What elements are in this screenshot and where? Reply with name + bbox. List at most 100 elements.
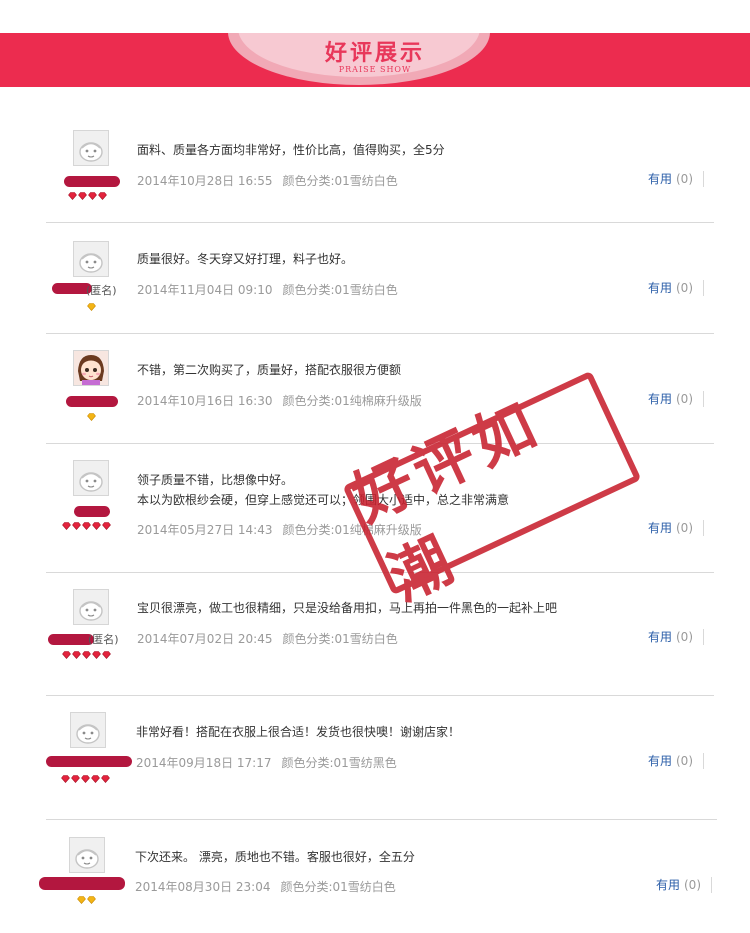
rank-badges (87, 303, 96, 313)
red-heart-icon (62, 651, 71, 659)
useful-vote[interactable]: 有用 (0) (648, 629, 704, 645)
useful-button[interactable]: 有用 (656, 878, 680, 892)
rank-badges (62, 522, 111, 532)
review-date: 2014年09月18日 17:17 (136, 756, 272, 770)
default-avatar-icon (76, 724, 100, 744)
red-heart-icon (101, 775, 110, 783)
useful-vote[interactable]: 有用 (0) (648, 753, 704, 769)
review-item: 面料、质量各方面均非常好，性价比高，值得购买，全5分 2014年10月28日 1… (46, 122, 714, 223)
username-redacted (64, 176, 120, 187)
review-text: 面料、质量各方面均非常好，性价比高，值得购买，全5分 (137, 140, 445, 160)
review-text: 宝贝很漂亮，做工也很精细，只是没给备用扣，马上再拍一件黑色的一起补上吧 (137, 598, 557, 618)
red-heart-icon (62, 522, 71, 530)
avatar (73, 350, 109, 386)
useful-count: (0) (684, 878, 701, 892)
username-suffix: (匿名) (86, 284, 117, 297)
default-avatar-icon (79, 253, 103, 273)
review-line: 不错，第二次购买了，质量好，搭配衣服很方便额 (137, 363, 402, 377)
useful-count: (0) (676, 281, 693, 295)
red-heart-icon (61, 775, 70, 783)
useful-button[interactable]: 有用 (648, 754, 672, 768)
useful-count: (0) (676, 754, 693, 768)
useful-vote[interactable]: 有用 (0) (648, 280, 704, 296)
rank-badges (61, 775, 110, 785)
red-heart-icon (92, 651, 101, 659)
review-date: 2014年07月02日 20:45 (137, 632, 273, 646)
default-avatar-icon (79, 601, 103, 621)
review-meta: 2014年11月04日 09:10 颜色分类:01雪纺白色 (137, 281, 398, 298)
review-item: (匿名) 质量很好。冬天穿又好打理，料子也好。 2014年11月04日 09:1… (46, 223, 714, 334)
useful-button[interactable]: 有用 (648, 392, 672, 406)
banner-subtitle: PRAISE SHOW (338, 65, 412, 74)
review-meta: 2014年09月18日 17:17 颜色分类:01雪纺黑色 (136, 754, 397, 771)
review-line: 非常好看！搭配在衣服上很合适！发货也很快噢！谢谢店家！ (136, 725, 461, 739)
review-meta: 2014年08月30日 23:04 颜色分类:01雪纺白色 (135, 878, 396, 895)
gold-diamond-icon (87, 896, 96, 904)
review-item: 非常好看！搭配在衣服上很合适！发货也很快噢！谢谢店家！ 2014年09月18日 … (46, 696, 717, 820)
useful-button[interactable]: 有用 (648, 172, 672, 186)
useful-button[interactable]: 有用 (648, 630, 672, 644)
review-line: 面料、质量各方面均非常好，性价比高，值得购买，全5分 (137, 143, 445, 157)
red-heart-icon (81, 775, 90, 783)
username-redacted (74, 506, 110, 517)
review-date: 2014年10月28日 16:55 (137, 174, 273, 188)
avatar (70, 712, 106, 748)
gold-diamond-icon (87, 303, 96, 311)
avatar (73, 460, 109, 496)
review-meta: 2014年10月28日 16:55 颜色分类:01雪纺白色 (137, 172, 398, 189)
review-sku: 颜色分类:01雪纺白色 (282, 283, 398, 297)
review-item: (匿名) 宝贝很漂亮，做工也很精细，只是没给备用扣，马上再拍一件黑色的一起补上吧… (46, 573, 714, 696)
username-redacted (46, 756, 132, 767)
review-date: 2014年05月27日 14:43 (137, 523, 273, 537)
rank-badges (77, 896, 96, 906)
review-line: 下次还来。 漂亮，质地也不错。客服也很好，全五分 (135, 850, 415, 864)
username-redacted (66, 396, 118, 407)
red-heart-icon (78, 192, 87, 200)
review-date: 2014年11月04日 09:10 (137, 283, 273, 297)
red-heart-icon (71, 775, 80, 783)
review-sku: 颜色分类:01雪纺白色 (280, 880, 396, 894)
avatar (73, 589, 109, 625)
default-avatar-icon (75, 849, 99, 869)
rank-badges (62, 651, 111, 661)
review-text: 非常好看！搭配在衣服上很合适！发货也很快噢！谢谢店家！ (136, 722, 460, 742)
review-item: 下次还来。 漂亮，质地也不错。客服也很好，全五分 2014年08月30日 23:… (39, 820, 717, 933)
red-heart-icon (92, 522, 101, 530)
review-date: 2014年10月16日 16:30 (137, 394, 273, 408)
red-heart-icon (98, 192, 107, 200)
username-suffix: (匿名) (88, 633, 119, 646)
red-heart-icon (88, 192, 97, 200)
review-text: 不错，第二次购买了，质量好，搭配衣服很方便额 (137, 360, 401, 380)
useful-vote[interactable]: 有用 (0) (648, 171, 704, 187)
default-avatar-icon (79, 142, 103, 162)
useful-button[interactable]: 有用 (648, 521, 672, 535)
avatar (73, 130, 109, 166)
review-sku: 颜色分类:01雪纺白色 (282, 632, 398, 646)
review-sku: 颜色分类:01雪纺白色 (282, 174, 398, 188)
red-heart-icon (68, 192, 77, 200)
useful-count: (0) (676, 521, 693, 535)
username-redacted (39, 877, 125, 890)
banner-title: 好评展示 (324, 40, 425, 66)
gold-diamond-icon (77, 896, 86, 904)
useful-vote[interactable]: 有用 (0) (648, 520, 704, 536)
review-date: 2014年08月30日 23:04 (135, 880, 271, 894)
review-line: 宝贝很漂亮，做工也很精细，只是没给备用扣，马上再拍一件黑色的一起补上吧 (137, 601, 558, 615)
red-heart-icon (102, 651, 111, 659)
praise-banner: 好评展示 PRAISE SHOW (0, 33, 750, 87)
useful-button[interactable]: 有用 (648, 281, 672, 295)
girl-avatar-icon (74, 351, 108, 385)
useful-count: (0) (676, 630, 693, 644)
red-heart-icon (82, 522, 91, 530)
review-text: 质量很好。冬天穿又好打理，料子也好。 (137, 249, 353, 269)
default-avatar-icon (79, 472, 103, 492)
red-heart-icon (82, 651, 91, 659)
useful-count: (0) (676, 172, 693, 186)
review-line: 质量很好。冬天穿又好打理，料子也好。 (137, 252, 354, 266)
red-heart-icon (72, 522, 81, 530)
useful-vote[interactable]: 有用 (0) (648, 391, 704, 407)
useful-vote[interactable]: 有用 (0) (656, 877, 712, 893)
red-heart-icon (102, 522, 111, 530)
rank-badges (87, 413, 96, 423)
red-heart-icon (91, 775, 100, 783)
